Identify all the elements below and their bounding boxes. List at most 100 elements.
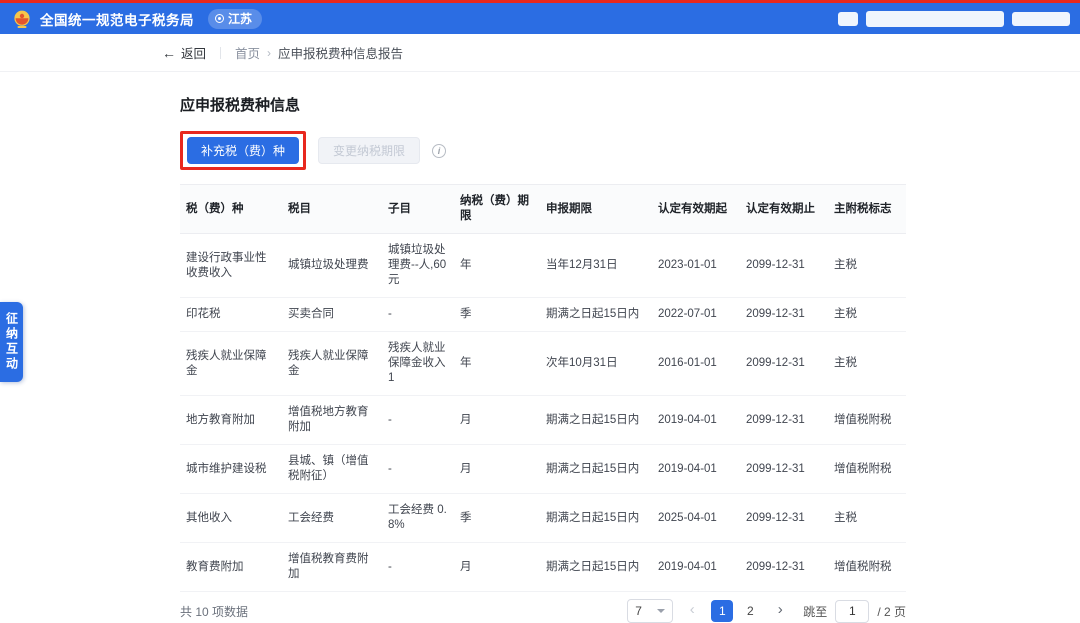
redacted-user-info bbox=[838, 11, 1070, 27]
table-cell: 2022-07-01 bbox=[652, 297, 740, 332]
table-row: 城市维护建设税 县城、镇（增值税附征） - 月期满之日起15日内 2019-04-01 2… bbox=[180, 444, 906, 494]
page-button-2[interactable]: 2 bbox=[739, 600, 761, 622]
annotation-red-box: 补充税（费）种 bbox=[180, 131, 307, 170]
table-cell: 年 bbox=[454, 331, 540, 396]
table-cell: 其他收入 bbox=[180, 493, 282, 543]
page-size-value: 7 bbox=[635, 604, 642, 618]
table-cell: 2099-12-31 bbox=[740, 493, 828, 543]
next-page-icon[interactable]: › bbox=[769, 600, 791, 622]
back-button[interactable]: ← 返回 bbox=[162, 43, 206, 62]
column-header: 认定有效期起 bbox=[652, 184, 740, 234]
table-cell: 期满之日起15日内 bbox=[540, 297, 652, 332]
table-cell: 地方教育附加 bbox=[180, 395, 282, 445]
table-cell: 县城、镇（增值税附征） bbox=[282, 444, 382, 494]
table-cell: 次年10月31日 bbox=[540, 331, 652, 396]
region-label: 江苏 bbox=[228, 12, 253, 26]
table-cell: 城镇垃圾处理费--人,60元 bbox=[382, 233, 454, 298]
table-cell: 月 bbox=[454, 542, 540, 592]
pagination-bar: 共 10 项数据 7 ‹ 12 › 跳至 / 2 页 bbox=[180, 599, 906, 623]
back-arrow-icon: ← bbox=[162, 44, 176, 61]
info-icon[interactable]: i bbox=[432, 143, 447, 158]
table-cell: 季 bbox=[454, 297, 540, 332]
back-label: 返回 bbox=[181, 47, 207, 61]
jump-page-input[interactable] bbox=[835, 599, 870, 623]
table-row: 地方教育附加 增值税地方教育附加 - 月期满之日起15日内 2019-04-01 2099… bbox=[180, 395, 906, 445]
chevron-down-icon bbox=[657, 609, 666, 613]
table-cell: 增值税教育费附加 bbox=[282, 542, 382, 592]
jump-label: 跳至 bbox=[803, 604, 828, 619]
redacted-block bbox=[866, 11, 1004, 27]
page-buttons: 12 bbox=[711, 600, 761, 622]
interaction-side-tab[interactable]: 征纳互动 bbox=[0, 302, 23, 382]
table-cell: 主税 bbox=[828, 297, 906, 332]
column-header: 税（费）种 bbox=[180, 184, 282, 234]
table-cell: 残疾人就业保障金收入1 bbox=[382, 331, 454, 396]
table-cell: 年 bbox=[454, 233, 540, 298]
table-header-row: 税（费）种 税目 子目 纳税（费）期限 申报期限 认定有效期起 认定有效期止 主附税标志 bbox=[180, 184, 906, 234]
table-cell: 2099-12-31 bbox=[740, 233, 828, 298]
region-badge[interactable]: 江苏 bbox=[208, 8, 263, 29]
table-row: 印花税 买卖合同 - 季期满之日起15日内 2022-07-01 2099-12-31 主税 bbox=[180, 297, 906, 332]
pager-controls: 7 ‹ 12 › 跳至 / 2 页 bbox=[627, 599, 906, 623]
table-cell: 买卖合同 bbox=[282, 297, 382, 332]
breadcrumb-bar: ← 返回 首页 › 应申报税费种信息报告 bbox=[0, 34, 1080, 72]
breadcrumb-current: 应申报税费种信息报告 bbox=[278, 47, 404, 61]
total-pages-text: / 2 页 bbox=[877, 604, 906, 619]
table-row: 其他收入 工会经费 工会经费 0.8% 季期满之日起15日内 2025-04-01 209… bbox=[180, 493, 906, 543]
table-cell: 期满之日起15日内 bbox=[540, 493, 652, 543]
table-cell: 2099-12-31 bbox=[740, 444, 828, 494]
table-cell: 2016-01-01 bbox=[652, 331, 740, 396]
table-cell: 主税 bbox=[828, 493, 906, 543]
table-cell: 印花税 bbox=[180, 297, 282, 332]
table-cell: 期满之日起15日内 bbox=[540, 542, 652, 592]
redacted-block bbox=[1012, 12, 1070, 26]
table-cell: - bbox=[382, 444, 454, 494]
table-row: 建设行政事业性收费收入 城镇垃圾处理费 城镇垃圾处理费--人,60元年当年12月31… bbox=[180, 233, 906, 298]
table-cell: 主税 bbox=[828, 331, 906, 396]
table-cell: 建设行政事业性收费收入 bbox=[180, 233, 282, 298]
total-count-text: 共 10 项数据 bbox=[180, 604, 249, 619]
table-cell: 期满之日起15日内 bbox=[540, 444, 652, 494]
table-cell: 2019-04-01 bbox=[652, 444, 740, 494]
table-cell: 增值税附税 bbox=[828, 395, 906, 445]
table-cell: 2025-04-01 bbox=[652, 493, 740, 543]
column-header: 纳税（费）期限 bbox=[454, 184, 540, 234]
annotation-line-top bbox=[0, 0, 1080, 3]
breadcrumb-home[interactable]: 首页 bbox=[235, 43, 260, 62]
table-cell: 季 bbox=[454, 493, 540, 543]
table-cell: 月 bbox=[454, 395, 540, 445]
table-cell: 工会经费 0.8% bbox=[382, 493, 454, 543]
breadcrumb-divider bbox=[220, 46, 222, 59]
table-row: 教育费附加 增值税教育费附加 - 月期满之日起15日内 2019-04-01 2099-1… bbox=[180, 542, 906, 592]
table-cell: 增值税附税 bbox=[828, 542, 906, 592]
column-header: 子目 bbox=[382, 184, 454, 234]
redacted-block bbox=[838, 12, 858, 26]
table-cell: 2099-12-31 bbox=[740, 542, 828, 592]
table-cell: 主税 bbox=[828, 233, 906, 298]
prev-page-icon[interactable]: ‹ bbox=[681, 600, 703, 622]
page-size-select[interactable]: 7 bbox=[627, 599, 674, 623]
column-header: 认定有效期止 bbox=[740, 184, 828, 234]
tax-table: 税（费）种 税目 子目 纳税（费）期限 申报期限 认定有效期起 认定有效期止 主附税标志 建设… bbox=[180, 184, 906, 592]
supplement-tax-button[interactable]: 补充税（费）种 bbox=[187, 137, 300, 164]
table-cell: - bbox=[382, 542, 454, 592]
top-header: 全国统一规范电子税务局 江苏 bbox=[0, 3, 1080, 34]
breadcrumb-separator-icon: › bbox=[267, 45, 272, 60]
table-cell: 2019-04-01 bbox=[652, 395, 740, 445]
table-cell: 期满之日起15日内 bbox=[540, 395, 652, 445]
page-button-1[interactable]: 1 bbox=[711, 600, 734, 622]
table-cell: 增值税附税 bbox=[828, 444, 906, 494]
table-cell: 2099-12-31 bbox=[740, 331, 828, 396]
column-header: 主附税标志 bbox=[828, 184, 906, 234]
table-cell: 残疾人就业保障金 bbox=[282, 331, 382, 396]
column-header: 税目 bbox=[282, 184, 382, 234]
table-cell: 工会经费 bbox=[282, 493, 382, 543]
table-cell: 月 bbox=[454, 444, 540, 494]
table-cell: 增值税地方教育附加 bbox=[282, 395, 382, 445]
table-cell: 城镇垃圾处理费 bbox=[282, 233, 382, 298]
location-icon bbox=[215, 14, 224, 23]
tax-bureau-logo-icon bbox=[12, 9, 32, 29]
table-cell: 2023-01-01 bbox=[652, 233, 740, 298]
main-content: 应申报税费种信息 补充税（费）种 变更纳税期限 i 税（费）种 税目 子目 纳税（费）… bbox=[180, 72, 906, 623]
table-body: 建设行政事业性收费收入 城镇垃圾处理费 城镇垃圾处理费--人,60元年当年12月31… bbox=[180, 233, 906, 592]
